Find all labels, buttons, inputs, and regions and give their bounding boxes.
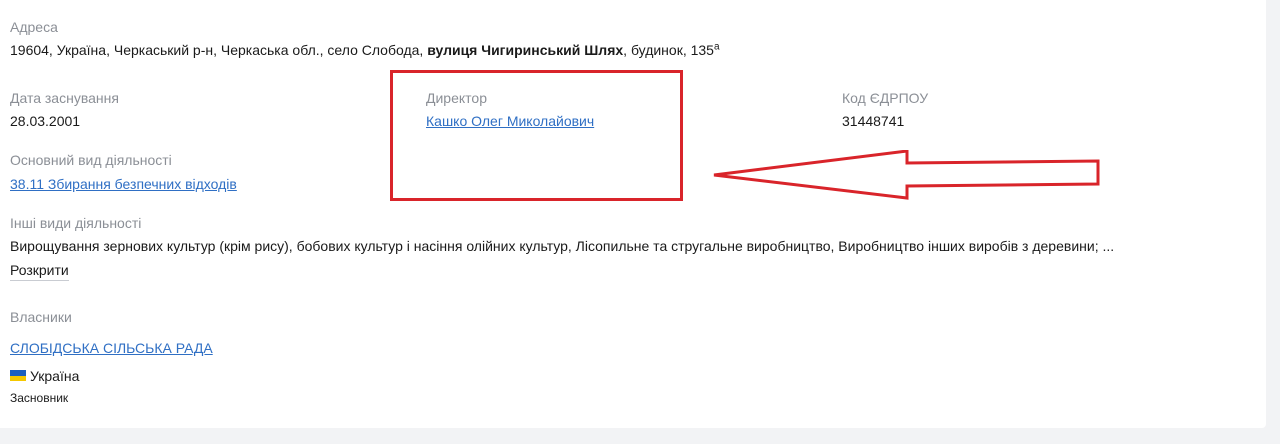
owner-country: Україна [30, 368, 80, 384]
founded-value: 28.03.2001 [10, 113, 81, 129]
address-value: 19604, Україна, Черкаський р-н, Черкаськ… [10, 41, 720, 59]
main-activity-link[interactable]: 38.11 Збирання безпечних відходів [10, 175, 237, 193]
edrpou-value: 31448741 [842, 113, 905, 129]
owners-label: Власники [10, 309, 72, 325]
flag-yellow-stripe [10, 376, 26, 381]
main-activity-label: Основний вид діяльності [10, 152, 172, 168]
other-activities-value: Вирощування зернових культур (крім рису)… [10, 238, 1115, 254]
address-suffix-sup: а [713, 41, 720, 53]
other-activities-label: Інші види діяльності [10, 215, 142, 231]
owner-role: Засновник [10, 391, 69, 405]
annotation-highlight-box [390, 70, 683, 201]
founded-label: Дата заснування [10, 90, 119, 106]
address-suffix: , будинок, 135 [623, 42, 714, 58]
company-info-card: Адреса 19604, Україна, Черкаський р-н, Ч… [0, 0, 1266, 428]
expand-button[interactable]: Розкрити [10, 261, 69, 281]
owner-link[interactable]: СЛОБІДСЬКА СІЛЬСЬКА РАДА [10, 339, 213, 357]
address-prefix: 19604, Україна, Черкаський р-н, Черкаськ… [10, 42, 428, 58]
address-street: вулиця Чигиринський Шлях [427, 42, 624, 58]
ukraine-flag-icon [10, 370, 26, 381]
annotation-arrow-icon [713, 150, 1100, 200]
address-label: Адреса [10, 19, 58, 35]
edrpou-label: Код ЄДРПОУ [842, 90, 929, 106]
